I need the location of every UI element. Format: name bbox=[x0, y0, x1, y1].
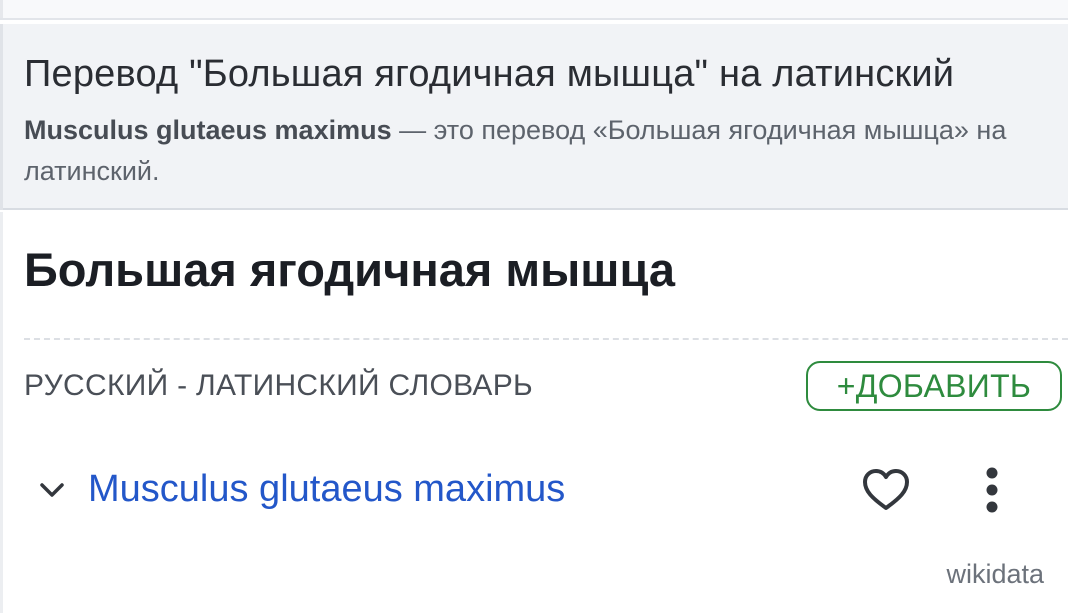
headword: Большая ягодичная мышца bbox=[24, 243, 676, 296]
dictionary-label: РУССКИЙ - ЛАТИНСКИЙ СЛОВАРЬ bbox=[24, 369, 534, 402]
previous-card-edge bbox=[0, 0, 1068, 20]
card-border bbox=[0, 212, 3, 613]
card-border bbox=[0, 0, 3, 18]
summary-title: Перевод "Большая ягодичная мышца" на лат… bbox=[24, 53, 955, 95]
divider bbox=[24, 338, 1068, 340]
summary-description: Musculus glutaeus maximus — это перевод … bbox=[24, 110, 1024, 192]
translation-link[interactable]: Musculus glutaeus maximus bbox=[88, 464, 565, 514]
summary-term: Musculus glutaeus maximus bbox=[24, 115, 392, 145]
chevron-down-icon[interactable] bbox=[38, 478, 66, 502]
more-vertical-icon[interactable] bbox=[978, 466, 1006, 514]
card-border bbox=[0, 24, 3, 210]
add-translation-button[interactable]: +ДОБАВИТЬ bbox=[806, 361, 1062, 411]
translation-source: wikidata bbox=[946, 559, 1044, 589]
translation-page: Перевод "Большая ягодичная мышца" на лат… bbox=[0, 0, 1068, 613]
heart-icon[interactable] bbox=[862, 468, 910, 512]
translation-summary: Перевод "Большая ягодичная мышца" на лат… bbox=[0, 24, 1068, 210]
